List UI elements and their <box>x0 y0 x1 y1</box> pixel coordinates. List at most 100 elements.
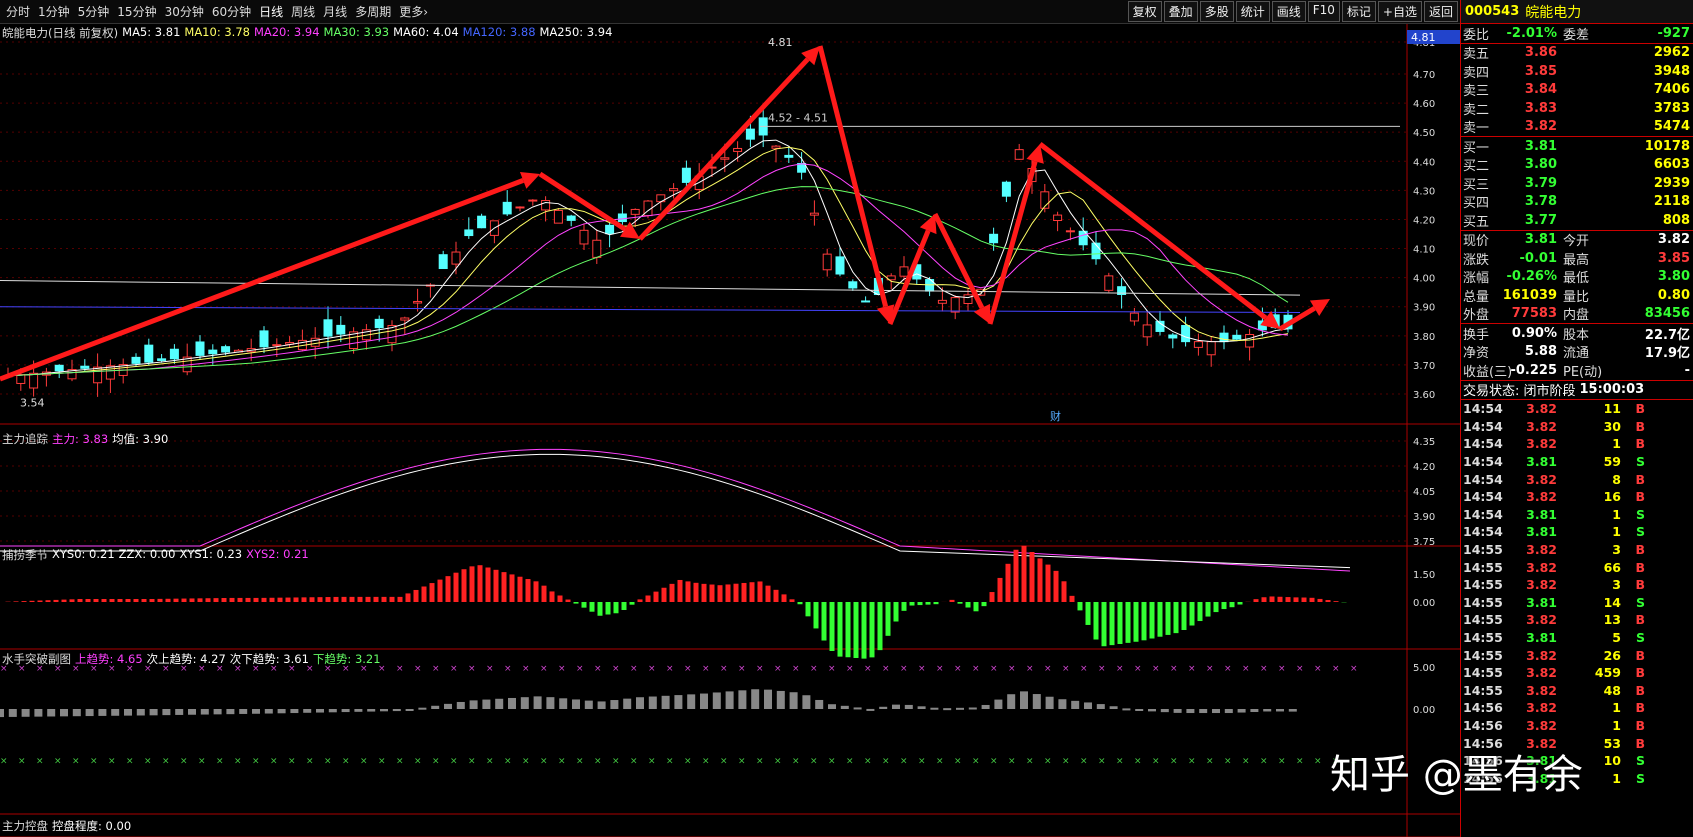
sub3-bar <box>1020 691 1028 709</box>
main-legend: 皖能电力(日线 前复权) MA5: 3.81 MA10: 3.78 MA20: 3.9… <box>2 25 612 41</box>
stock-name: 皖能电力 <box>1525 4 1582 21</box>
sub3-bar <box>815 699 824 709</box>
stat-label: 涨跌 <box>1463 252 1490 268</box>
candle-body <box>1219 332 1229 343</box>
tick-side: B <box>1635 717 1645 733</box>
sub3-bar <box>1096 704 1105 709</box>
down-trend-marker: × <box>918 756 926 766</box>
tab-period[interactable]: 15分钟 <box>113 3 160 20</box>
down-trend-marker: × <box>90 756 98 766</box>
order-row: 买一 3.81 10178 <box>1461 137 1693 156</box>
down-trend-marker: × <box>558 756 566 766</box>
down-trend-marker: × <box>972 756 980 766</box>
order-row: 卖三 3.84 7406 <box>1461 81 1693 99</box>
stat-value: - <box>1684 362 1690 378</box>
sub3-bar <box>738 690 747 709</box>
tab-period[interactable]: 分时 <box>2 3 34 20</box>
down-trend-marker: × <box>486 756 494 766</box>
up-trend-marker: × <box>936 664 944 674</box>
order-row: 买五 3.77 808 <box>1461 211 1693 230</box>
down-trend-marker: × <box>828 756 836 766</box>
tick-side: B <box>1635 682 1645 698</box>
candle-body <box>144 344 154 363</box>
weibi-value: -2.01% <box>1506 25 1558 41</box>
candle-body <box>1245 334 1255 348</box>
tick-side: B <box>1635 665 1645 681</box>
axis-tick-label: 4.20 <box>1413 462 1435 473</box>
tab-period[interactable]: 1分钟 <box>34 3 74 20</box>
order-label: 买一 <box>1463 140 1490 156</box>
down-trend-marker: × <box>108 756 116 766</box>
toolbar-button[interactable]: 统计 <box>1235 1 1270 22</box>
sub3-bar <box>700 693 708 709</box>
down-trend-marker: × <box>666 756 674 766</box>
sub3-bar <box>0 709 4 718</box>
candle-body <box>515 206 525 209</box>
toolbar-button[interactable]: 画线 <box>1271 1 1306 22</box>
order-volume: 6603 <box>1653 157 1690 173</box>
sub3-bar <box>879 706 888 709</box>
tick-time: 14:55 <box>1463 682 1503 698</box>
tick-time: 14:54 <box>1463 401 1503 417</box>
tick-list[interactable]: 14:54 3.82 11 B 14:54 3.82 30 B 14:54 3.82 1 B 14:54… <box>1461 400 1693 787</box>
finance-marker: 财 <box>1050 409 1061 423</box>
legend-title: 主力控盘 <box>2 819 48 833</box>
down-trend-marker: × <box>288 756 296 766</box>
up-trend-marker: × <box>954 664 962 674</box>
tick-row: 14:55 3.82 459 B <box>1461 664 1693 682</box>
tab-period[interactable]: 月线 <box>319 3 351 20</box>
up-trend-marker: × <box>468 664 476 674</box>
tab-period[interactable]: 60分钟 <box>208 3 255 20</box>
tab-period[interactable]: 周线 <box>287 3 319 20</box>
toolbar-button[interactable]: 多股 <box>1199 1 1234 22</box>
sub3-bar <box>904 704 913 709</box>
stat-label: 换手 <box>1463 327 1490 343</box>
sub3-bar <box>392 709 401 712</box>
legend-item: MA60: 4.04 <box>393 25 459 39</box>
candle-body <box>1193 341 1203 348</box>
candle-body <box>528 199 538 202</box>
down-trend-marker: × <box>792 756 800 766</box>
stock-code: 000543 <box>1465 4 1520 19</box>
trend-arrow <box>638 57 810 241</box>
order-price: 3.82 <box>1524 119 1557 135</box>
kline-chart-area[interactable]: 4.81 4.70 4.60 4.50 4.40 4.30 4.20 4.10 4.00 3.90… <box>0 24 1460 837</box>
down-trend-marker: × <box>720 756 728 766</box>
order-label: 买五 <box>1463 214 1490 230</box>
toolbar-button[interactable]: 叠加 <box>1163 1 1198 22</box>
candle-body <box>451 251 461 265</box>
sub3-bar <box>994 699 1003 709</box>
tick-row: 14:55 3.82 48 B <box>1461 682 1693 700</box>
stat-label: 收益(三) <box>1463 364 1513 380</box>
toolbar-button[interactable]: 标记 <box>1341 1 1376 22</box>
order-row: 买三 3.79 2939 <box>1461 174 1693 193</box>
candle-body <box>131 356 141 364</box>
candle-body <box>464 229 474 237</box>
stat-value: 5.88 <box>1524 344 1557 360</box>
candle-body <box>566 215 576 221</box>
sub3-bar <box>213 709 222 715</box>
tick-volume: 459 <box>1594 665 1621 681</box>
up-trend-marker: × <box>756 664 764 674</box>
toolbar-button[interactable]: F10 <box>1307 1 1340 22</box>
candle-body <box>541 200 551 211</box>
tab-period[interactable]: 多周期 <box>351 3 395 20</box>
toolbar-button[interactable]: +自选 <box>1377 1 1422 22</box>
down-trend-marker: × <box>342 756 350 766</box>
candle-body <box>1053 214 1063 222</box>
tab-period[interactable]: 30分钟 <box>161 3 208 20</box>
tab-period[interactable]: 日线 <box>255 3 287 20</box>
toolbar-button[interactable]: 返回 <box>1423 1 1458 22</box>
stat-row: 外盘 77583 内盘 83456 <box>1461 305 1693 323</box>
candle-body <box>822 253 832 271</box>
stat-row: 现价 3.81 今开 3.82 <box>1461 231 1693 249</box>
down-trend-marker: × <box>216 756 224 766</box>
toolbar-button[interactable]: 复权 <box>1127 1 1162 22</box>
tab-period[interactable]: 更多› <box>395 3 432 20</box>
tick-time: 14:55 <box>1463 612 1503 628</box>
down-trend-marker: × <box>1080 756 1088 766</box>
up-trend-marker: × <box>1044 664 1052 674</box>
chart-canvas[interactable]: 4.81 4.70 4.60 4.50 4.40 4.30 4.20 4.10 4.00 3.90… <box>0 24 1460 837</box>
sell-orders: 卖五 3.86 2962 卖四 3.85 3948 卖三 3.84 7406 卖二 3.83 3783… <box>1461 44 1693 136</box>
tab-period[interactable]: 5分钟 <box>74 3 114 20</box>
